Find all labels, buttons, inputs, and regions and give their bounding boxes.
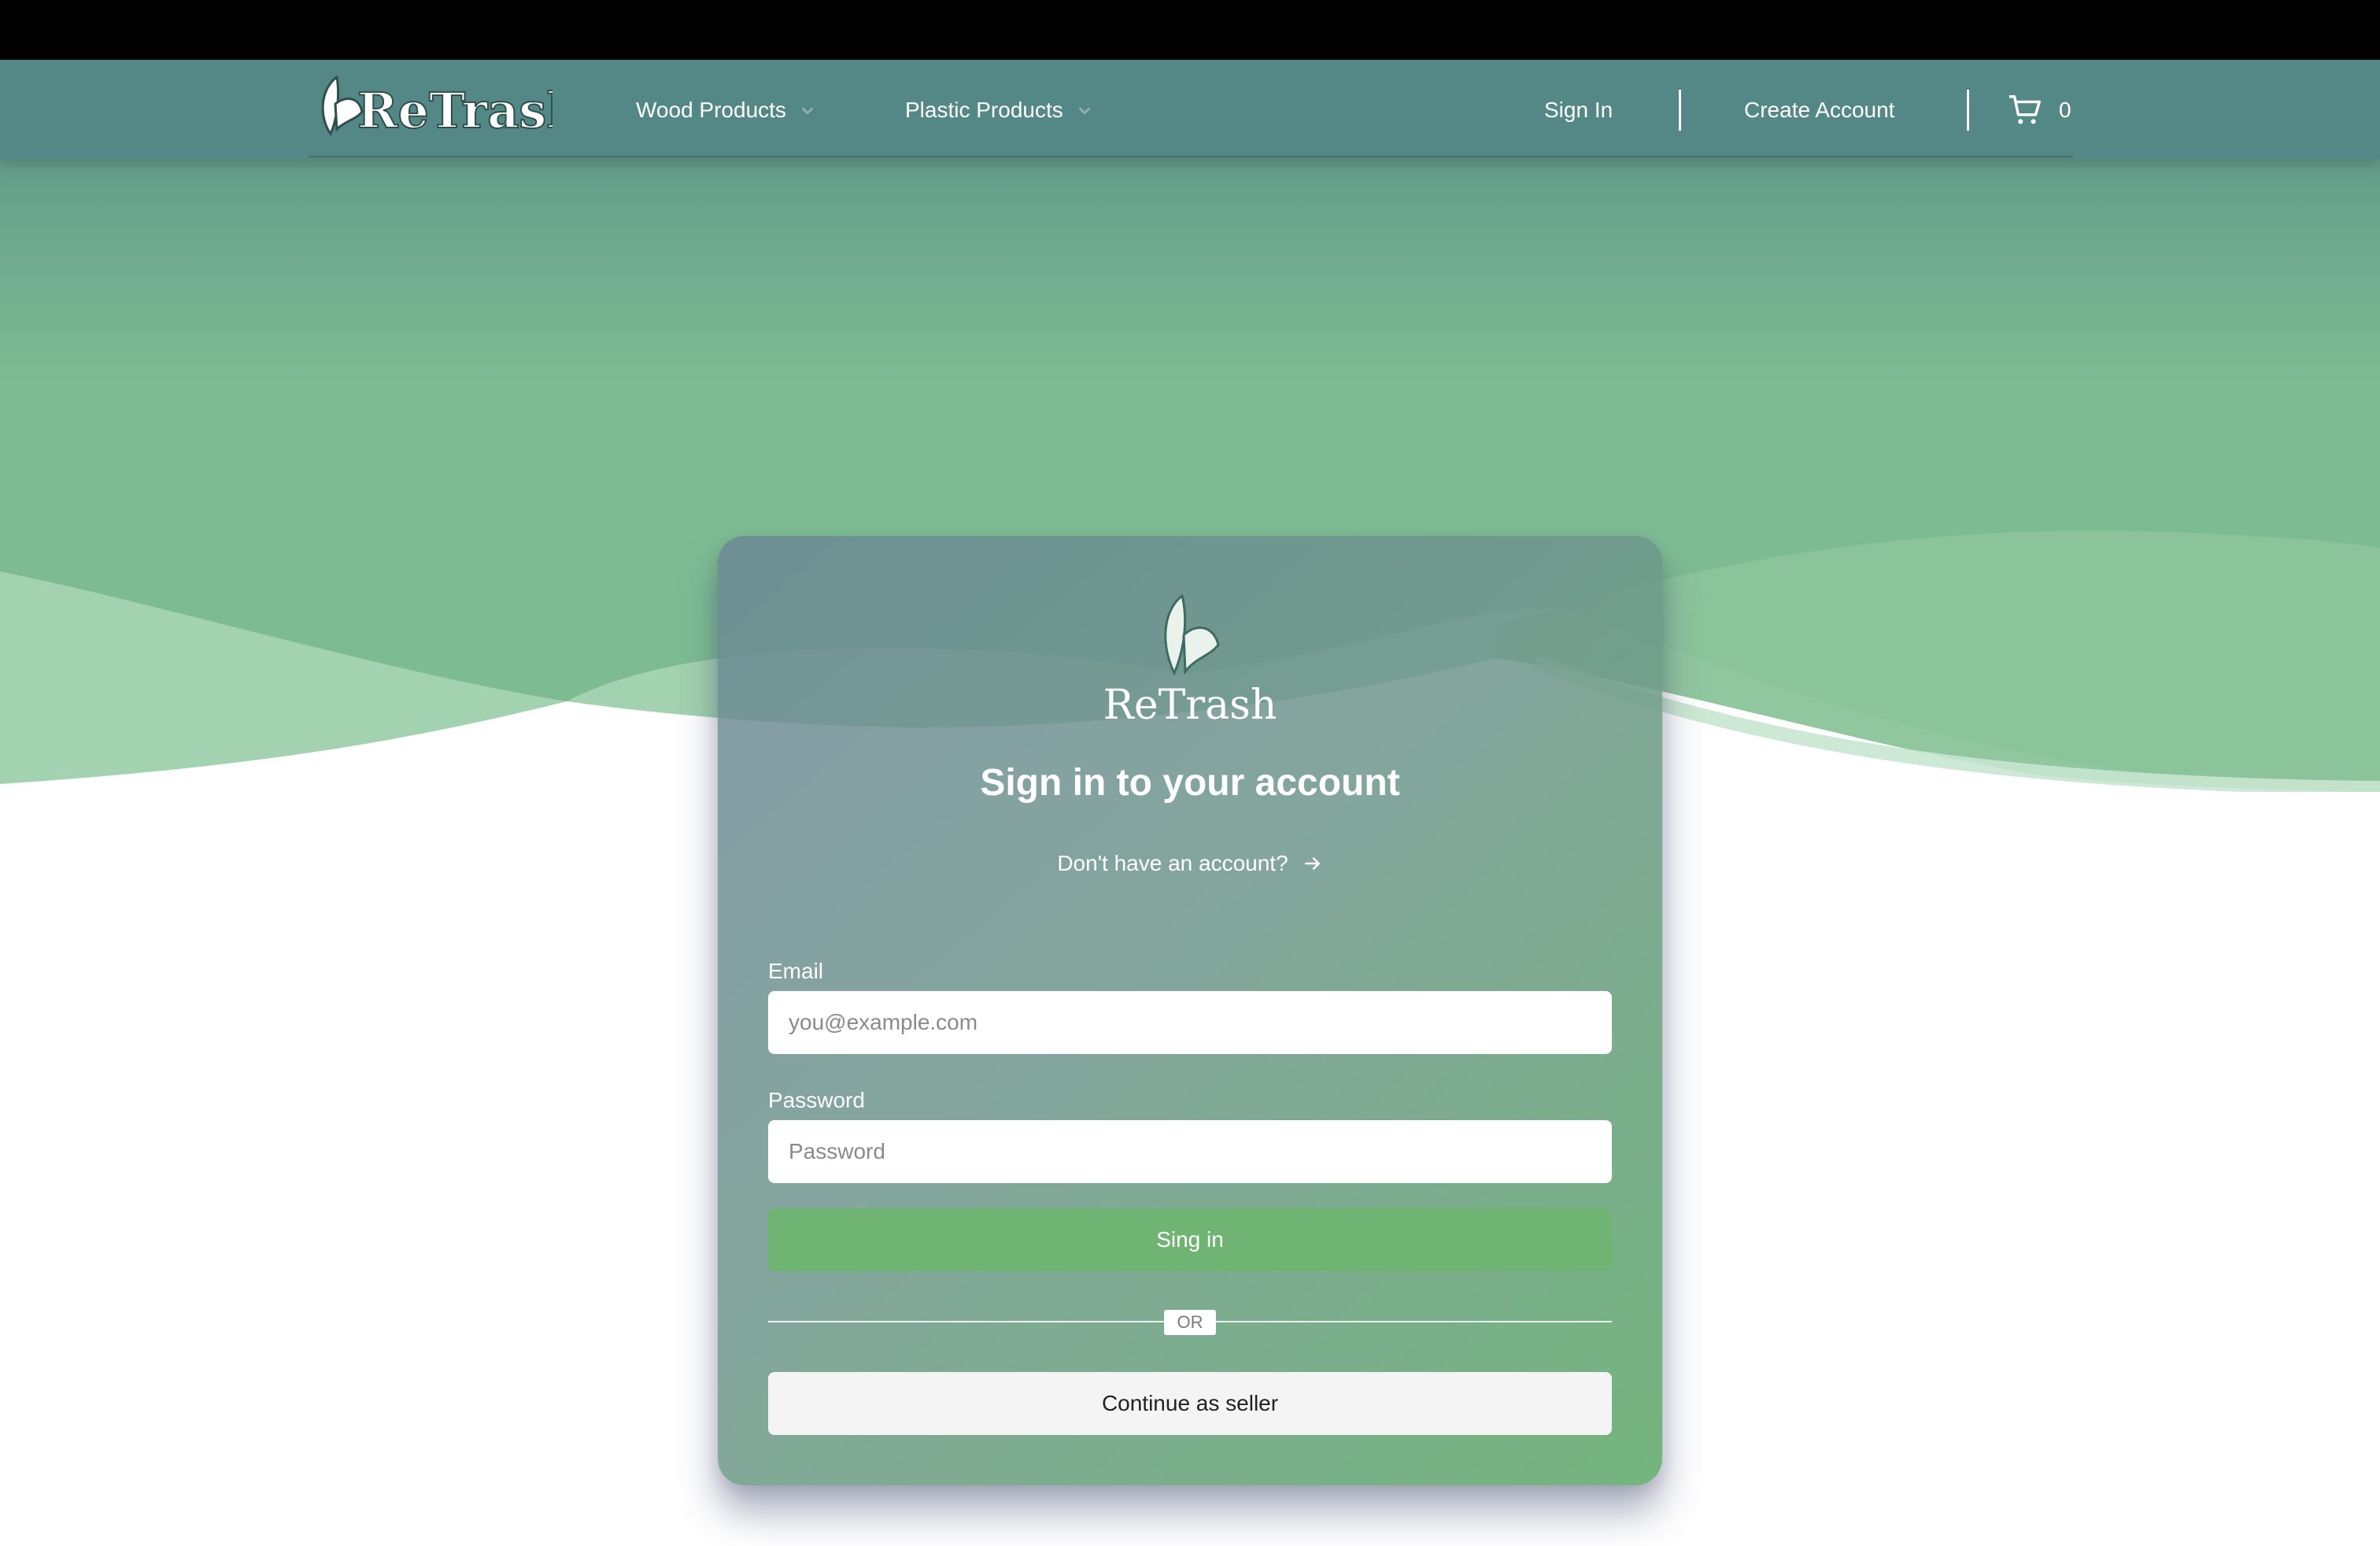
nav-sign-in-link[interactable]: Sign In xyxy=(1544,94,1613,126)
email-field[interactable] xyxy=(768,991,1612,1054)
nav-divider xyxy=(1679,90,1681,131)
signup-link[interactable]: Don't have an account? xyxy=(718,851,1662,876)
nav-divider xyxy=(1967,90,1969,131)
cart-button[interactable]: 0 xyxy=(2007,90,2071,131)
nav-wood-products[interactable]: Wood Products xyxy=(636,94,816,126)
retrash-logo-icon: ReTrash xyxy=(1103,594,1277,729)
password-field[interactable] xyxy=(768,1120,1612,1183)
retrash-logo-icon: ReTrash xyxy=(321,75,582,140)
continue-as-seller-button[interactable]: Continue as seller xyxy=(768,1372,1612,1435)
chevron-down-icon xyxy=(801,107,814,115)
arrow-right-icon xyxy=(1304,857,1320,870)
navbar-container: ReTrash Wood Products Plastic Products S… xyxy=(309,60,2073,157)
nav-plastic-products[interactable]: Plastic Products xyxy=(905,94,1093,126)
nav-create-account-link[interactable]: Create Account xyxy=(1744,94,1894,126)
sign-in-button[interactable]: Sing in xyxy=(768,1208,1612,1271)
top-navbar: ReTrash Wood Products Plastic Products S… xyxy=(0,60,2380,159)
or-divider-label: OR xyxy=(1164,1310,1216,1335)
cart-icon xyxy=(2009,95,2041,124)
browser-top-bar xyxy=(0,0,2380,60)
card-title: Sign in to your account xyxy=(980,762,1400,804)
password-label: Password xyxy=(768,1088,865,1112)
nav-plastic-products-label: Plastic Products xyxy=(905,98,1063,122)
cart-count: 0 xyxy=(2059,98,2071,122)
brand-logo[interactable]: ReTrash xyxy=(309,65,582,151)
svg-text:ReTrash: ReTrash xyxy=(357,82,552,139)
card-logo: ReTrash xyxy=(1096,588,1284,730)
nav-wood-products-label: Wood Products xyxy=(636,98,786,122)
email-label: Email xyxy=(768,959,824,983)
chevron-down-icon xyxy=(1078,107,1091,115)
signup-link-label: Don't have an account? xyxy=(1057,851,1288,875)
sign-in-card: ReTrash Sign in to your account Don't ha… xyxy=(718,536,1662,1485)
svg-text:ReTrash: ReTrash xyxy=(1103,682,1277,729)
